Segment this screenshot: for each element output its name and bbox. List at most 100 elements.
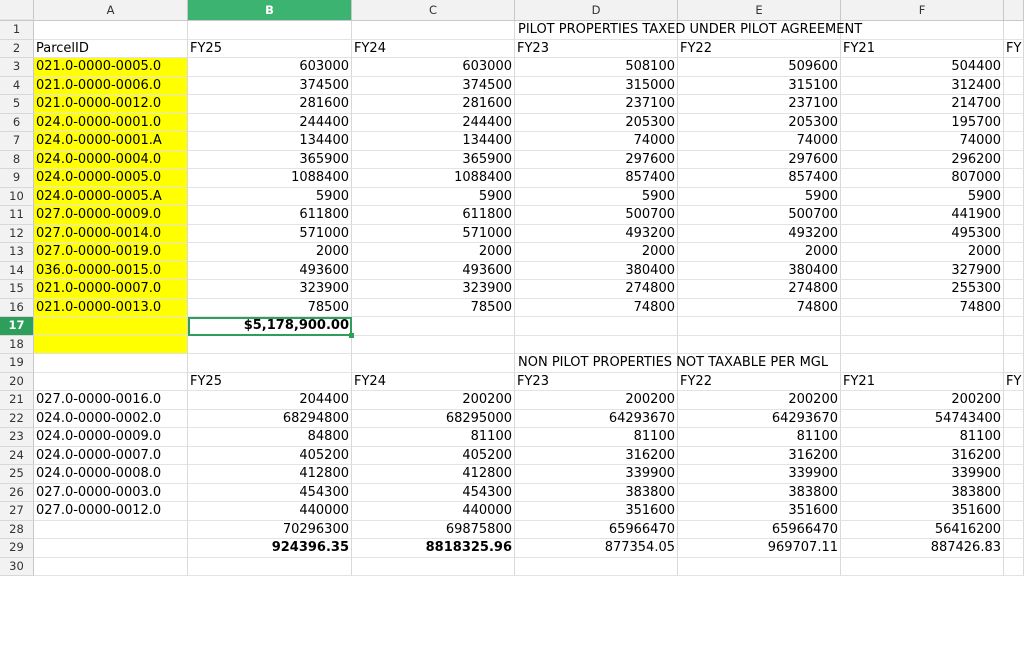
value-cell[interactable]: 383800 [515, 483, 678, 502]
value-cell[interactable]: 807000 [841, 169, 1004, 188]
column-header-a[interactable]: A [34, 0, 188, 20]
tax-cell[interactable]: 887426.83 [841, 539, 1004, 558]
grid-cell[interactable] [1004, 132, 1024, 151]
grid-cell[interactable] [678, 557, 841, 576]
value-cell[interactable]: 255300 [841, 280, 1004, 299]
value-cell[interactable]: 493600 [188, 261, 352, 280]
row-header[interactable]: 2 [0, 39, 34, 58]
column-header-c[interactable]: C [352, 0, 515, 20]
value-cell[interactable]: 323900 [188, 280, 352, 299]
sum-cell[interactable]: 65966470 [515, 520, 678, 539]
grid-cell[interactable] [1004, 502, 1024, 521]
value-cell[interactable]: 205300 [678, 113, 841, 132]
grid-cell[interactable] [841, 317, 1004, 336]
value-cell[interactable]: 274800 [678, 280, 841, 299]
row-header[interactable]: 11 [0, 206, 34, 225]
value-cell[interactable]: 412800 [188, 465, 352, 484]
fy-header-cell[interactable]: FY24 [352, 39, 515, 58]
value-cell[interactable]: 74800 [678, 298, 841, 317]
value-cell[interactable]: 374500 [188, 76, 352, 95]
grid-cell[interactable] [34, 21, 188, 40]
value-cell[interactable]: 611800 [188, 206, 352, 225]
value-cell[interactable]: 383800 [841, 483, 1004, 502]
value-cell[interactable]: 312400 [841, 76, 1004, 95]
parcel-id-cell[interactable]: 024.0-0000-0002.0 [34, 409, 188, 428]
grid-cell[interactable] [1004, 391, 1024, 410]
value-cell[interactable]: 54743400 [841, 409, 1004, 428]
row-header[interactable]: 26 [0, 483, 34, 502]
value-cell[interactable]: 5900 [841, 187, 1004, 206]
parcel-id-cell[interactable]: 027.0-0000-0009.0 [34, 206, 188, 225]
parcel-id-cell[interactable]: 024.0-0000-0008.0 [34, 465, 188, 484]
fy-header-cell[interactable]: FY21 [841, 372, 1004, 391]
grid-cell[interactable] [1004, 520, 1024, 539]
value-cell[interactable]: 509600 [678, 58, 841, 77]
row-header[interactable]: 7 [0, 132, 34, 151]
grid-cell[interactable] [1004, 354, 1024, 373]
parcel-id-cell[interactable]: 024.0-0000-0009.0 [34, 428, 188, 447]
value-cell[interactable]: 281600 [188, 95, 352, 114]
grid-cell[interactable] [188, 21, 352, 40]
parcel-id-header[interactable]: ParcelID [34, 39, 188, 58]
value-cell[interactable]: 365900 [188, 150, 352, 169]
value-cell[interactable]: 380400 [678, 261, 841, 280]
value-cell[interactable]: 1088400 [188, 169, 352, 188]
value-cell[interactable]: 857400 [678, 169, 841, 188]
value-cell[interactable]: 64293670 [678, 409, 841, 428]
value-cell[interactable]: 74800 [841, 298, 1004, 317]
grid-cell[interactable] [188, 335, 352, 354]
grid-cell[interactable] [1004, 150, 1024, 169]
tax-cell[interactable]: 969707.11 [678, 539, 841, 558]
value-cell[interactable]: 1088400 [352, 169, 515, 188]
value-cell[interactable]: 454300 [188, 483, 352, 502]
grid-cell[interactable] [841, 21, 1004, 40]
value-cell[interactable]: 297600 [515, 150, 678, 169]
grid-cell[interactable] [1004, 465, 1024, 484]
grid-cell[interactable] [841, 557, 1004, 576]
grid-cell[interactable] [515, 317, 678, 336]
grid-cell[interactable] [188, 557, 352, 576]
value-cell[interactable]: 74000 [841, 132, 1004, 151]
value-cell[interactable]: 405200 [352, 446, 515, 465]
parcel-id-cell[interactable]: 024.0-0000-0007.0 [34, 446, 188, 465]
row-header[interactable]: 22 [0, 409, 34, 428]
value-cell[interactable]: 237100 [678, 95, 841, 114]
fy-header-cell[interactable]: FY25 [188, 39, 352, 58]
parcel-id-cell[interactable]: 036.0-0000-0015.0 [34, 261, 188, 280]
grid-cell[interactable] [1004, 280, 1024, 299]
value-cell[interactable]: 84800 [188, 428, 352, 447]
value-cell[interactable]: 508100 [515, 58, 678, 77]
row-header[interactable]: 19 [0, 354, 34, 373]
value-cell[interactable]: 500700 [678, 206, 841, 225]
parcel-id-cell[interactable]: 021.0-0000-0007.0 [34, 280, 188, 299]
value-cell[interactable]: 5900 [678, 187, 841, 206]
grid-cell[interactable] [352, 354, 515, 373]
value-cell[interactable]: 204400 [188, 391, 352, 410]
value-cell[interactable]: 495300 [841, 224, 1004, 243]
value-cell[interactable]: 339900 [841, 465, 1004, 484]
row-header[interactable]: 17 [0, 317, 34, 336]
select-all-corner[interactable] [0, 0, 34, 20]
grid-cell[interactable] [1004, 261, 1024, 280]
section1-title-cell[interactable]: PILOT PROPERTIES TAXED UNDER PILOT AGREE… [515, 21, 862, 40]
value-cell[interactable]: 195700 [841, 113, 1004, 132]
row-header[interactable]: 9 [0, 169, 34, 188]
value-cell[interactable]: 440000 [352, 502, 515, 521]
value-cell[interactable]: 205300 [515, 113, 678, 132]
value-cell[interactable]: 571000 [188, 224, 352, 243]
tax-cell[interactable]: 877354.05 [515, 539, 678, 558]
value-cell[interactable]: 2000 [678, 243, 841, 262]
parcel-id-cell[interactable]: 024.0-0000-0005.A [34, 187, 188, 206]
value-cell[interactable]: 323900 [352, 280, 515, 299]
value-cell[interactable]: 200200 [352, 391, 515, 410]
row-header[interactable]: 14 [0, 261, 34, 280]
value-cell[interactable]: 351600 [678, 502, 841, 521]
fy-header-cell[interactable]: FY25 [188, 372, 352, 391]
sum-cell[interactable]: 69875800 [352, 520, 515, 539]
value-cell[interactable]: 74000 [678, 132, 841, 151]
value-cell[interactable]: 244400 [188, 113, 352, 132]
value-cell[interactable]: 81100 [841, 428, 1004, 447]
parcel-id-cell[interactable]: 027.0-0000-0016.0 [34, 391, 188, 410]
grid-cell[interactable] [1004, 243, 1024, 262]
fy-header-cell[interactable]: FY23 [515, 372, 678, 391]
